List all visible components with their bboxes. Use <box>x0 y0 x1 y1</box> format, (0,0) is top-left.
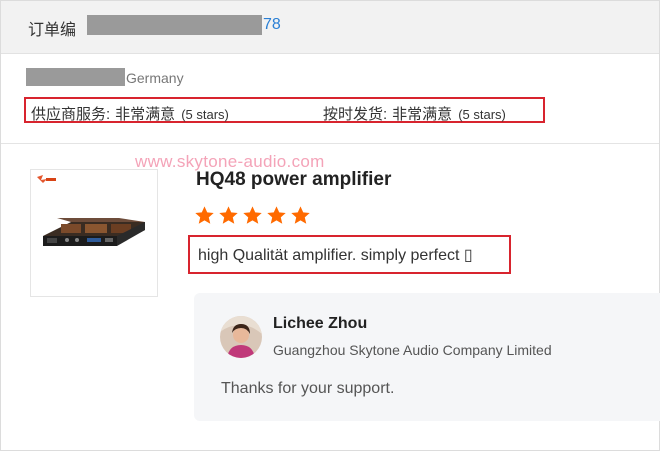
order-header: 订单编 78 <box>1 1 659 54</box>
rating-label: 供应商服务: <box>31 106 111 123</box>
buyer-country: Germany <box>126 70 184 86</box>
avatar <box>220 316 262 358</box>
brand-logo-icon <box>37 175 56 183</box>
avatar-photo <box>220 316 262 358</box>
product-star-rating <box>194 205 311 231</box>
reply-message: Thanks for your support. <box>221 380 395 397</box>
rating-label: 按时发货: <box>323 106 388 123</box>
section-divider <box>1 143 659 144</box>
rating-supplier-service: 供应商服务: 非常满意 (5 stars) <box>31 103 229 124</box>
star-icon <box>219 206 238 224</box>
rating-value: 非常满意 <box>115 106 176 123</box>
star-icon <box>291 206 310 224</box>
star-icon <box>267 206 286 224</box>
review-text-highlight: high Qualität amplifier. simply perfect … <box>188 235 511 274</box>
reply-company-name: Guangzhou Skytone Audio Company Limited <box>273 342 552 358</box>
reply-author-name: Lichee Zhou <box>273 315 368 332</box>
order-number-label: 订单编 <box>28 22 77 39</box>
review-text: high Qualität amplifier. simply perfect … <box>198 247 473 264</box>
order-number-link[interactable]: 78 <box>263 16 281 34</box>
review-card: 订单编 78 Germany 供应商服务: 非常满意 (5 stars) 按时发货:… <box>0 0 660 451</box>
product-image[interactable] <box>30 169 158 297</box>
product-title[interactable]: HQ48 power amplifier <box>196 169 391 191</box>
seller-reply: Lichee Zhou Guangzhou Skytone Audio Comp… <box>194 293 660 421</box>
star-icon <box>195 206 214 224</box>
star-icon <box>243 206 262 224</box>
supplier-ratings-highlight: 供应商服务: 非常满意 (5 stars) 按时发货: 非常满意 (5 stars) <box>24 97 545 123</box>
order-number-redacted <box>87 15 262 35</box>
rating-value: 非常满意 <box>392 106 453 123</box>
buyer-name-redacted <box>26 68 125 86</box>
rating-stars-text: (5 stars) <box>458 107 506 122</box>
amplifier-image <box>37 175 145 246</box>
rating-on-time-delivery: 按时发货: 非常满意 (5 stars) <box>323 103 506 124</box>
rating-stars-text: (5 stars) <box>181 107 229 122</box>
